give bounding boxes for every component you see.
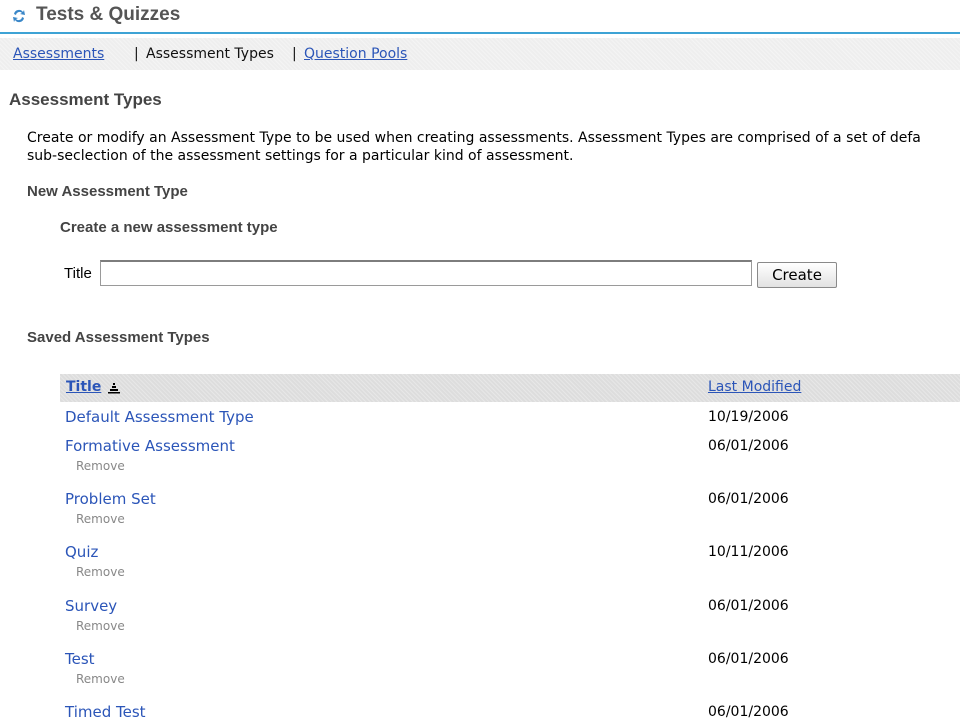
assessment-type-link[interactable]: Test <box>65 650 95 668</box>
sort-ascending-icon[interactable] <box>108 382 120 394</box>
intro-line: Create or modify an Assessment Type to b… <box>27 130 921 146</box>
table-row: Survey Remove 06/01/2006 <box>60 597 960 637</box>
remove-link[interactable]: Remove <box>76 619 125 633</box>
table-row: Timed Test 06/01/2006 <box>60 703 960 721</box>
create-new-subheading: Create a new assessment type <box>60 219 278 236</box>
new-type-heading: New Assessment Type <box>27 183 188 200</box>
table-header: Title Last Modified <box>60 374 960 402</box>
last-modified-date: 10/11/2006 <box>708 544 789 560</box>
remove-link[interactable]: Remove <box>76 459 125 473</box>
assessment-type-link[interactable]: Problem Set <box>65 490 156 508</box>
tool-title: Tests & Quizzes <box>36 4 181 25</box>
last-modified-date: 06/01/2006 <box>708 651 789 667</box>
nav-current-assessment-types: Assessment Types <box>146 46 274 62</box>
last-modified-date: 06/01/2006 <box>708 491 789 507</box>
last-modified-date: 10/19/2006 <box>708 409 789 425</box>
nav-separator: | <box>292 46 297 62</box>
remove-link[interactable]: Remove <box>76 512 125 526</box>
title-label: Title <box>64 265 92 282</box>
create-button[interactable]: Create <box>757 262 837 288</box>
column-title-sort[interactable]: Title <box>66 379 101 395</box>
title-input[interactable] <box>100 260 752 286</box>
last-modified-date: 06/01/2006 <box>708 438 789 454</box>
nav-link-question-pools[interactable]: Question Pools <box>304 46 407 62</box>
remove-link[interactable]: Remove <box>76 672 125 686</box>
assessment-type-link[interactable]: Quiz <box>65 543 98 561</box>
column-last-modified-sort[interactable]: Last Modified <box>708 379 801 395</box>
table-row: Quiz Remove 10/11/2006 <box>60 543 960 583</box>
saved-types-heading: Saved Assessment Types <box>27 329 210 346</box>
tests-quizzes-icon <box>13 9 25 23</box>
intro-text: Create or modify an Assessment Type to b… <box>27 129 960 165</box>
tool-nav-bar: Assessments | Assessment Types | Questio… <box>0 38 960 70</box>
table-row: Problem Set Remove 06/01/2006 <box>60 490 960 530</box>
table-row: Formative Assessment Remove 06/01/2006 <box>60 437 960 477</box>
remove-link[interactable]: Remove <box>76 565 125 579</box>
assessment-type-link[interactable]: Timed Test <box>65 703 146 721</box>
last-modified-date: 06/01/2006 <box>708 598 789 614</box>
assessment-type-link[interactable]: Default Assessment Type <box>65 408 254 426</box>
page-title: Assessment Types <box>9 90 162 109</box>
intro-line: sub-seclection of the assessment setting… <box>27 148 574 164</box>
tool-title-bar: Tests & Quizzes <box>0 0 960 34</box>
table-row: Test Remove 06/01/2006 <box>60 650 960 690</box>
assessment-type-link[interactable]: Formative Assessment <box>65 437 235 455</box>
last-modified-date: 06/01/2006 <box>708 704 789 720</box>
nav-separator: | <box>134 46 139 62</box>
assessment-type-link[interactable]: Survey <box>65 597 117 615</box>
nav-link-assessments[interactable]: Assessments <box>13 46 104 62</box>
